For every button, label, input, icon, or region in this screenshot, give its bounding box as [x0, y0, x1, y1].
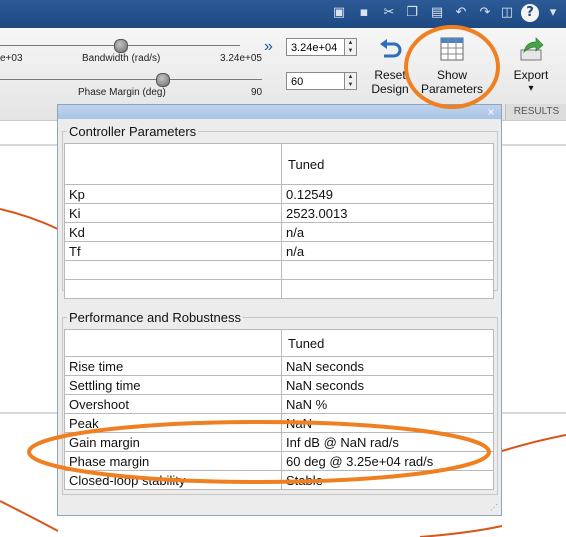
annotation-overlay [27, 25, 500, 484]
annotation-ellipse-margins [27, 420, 491, 484]
annotation-ellipse-show-parameters [404, 25, 500, 109]
